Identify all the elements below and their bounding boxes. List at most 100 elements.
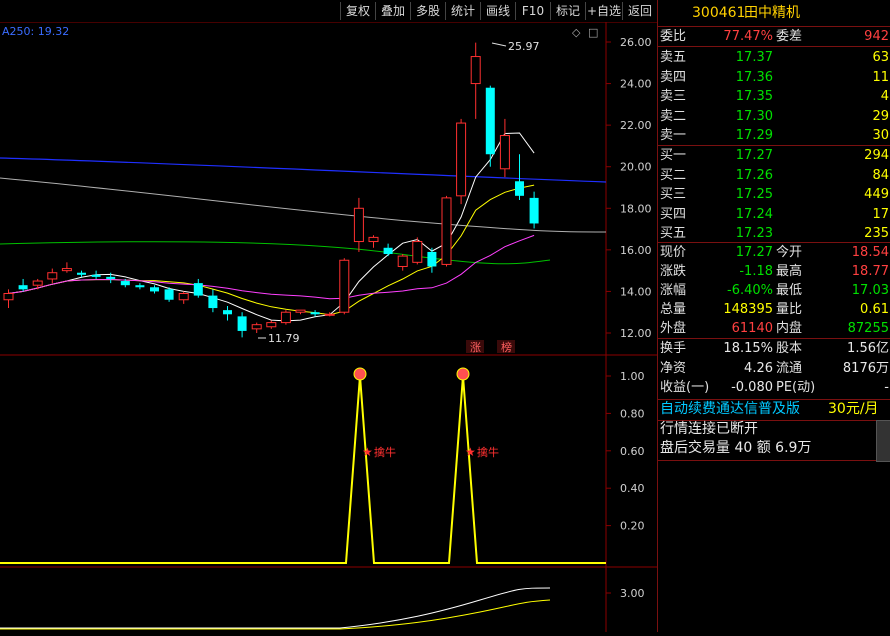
overlay-button[interactable]: 叠加 <box>375 2 410 20</box>
bid-row[interactable]: 买三 17.25 449 <box>658 185 890 204</box>
stat-label: 最高 <box>776 264 803 279</box>
bid-label: 买五 <box>660 226 687 241</box>
candlestick-series <box>3 42 539 338</box>
multi-stock-button[interactable]: 多股 <box>410 2 445 20</box>
bottom-line-yellow <box>0 599 551 630</box>
stat-value: -1.18 <box>739 264 773 279</box>
stat-label: 涨跌 <box>660 264 687 279</box>
price-axis: 26.00 24.00 22.00 20.00 18.00 16.00 14.00 12.00 <box>606 36 652 340</box>
ask-row[interactable]: 卖三 17.35 4 <box>658 87 890 106</box>
bid-row[interactable]: 买二 17.26 84 <box>658 166 890 185</box>
candle-body-up <box>339 259 350 313</box>
bid-label: 买四 <box>660 206 687 222</box>
candle-body-down <box>91 274 101 277</box>
kline-chart-area[interactable]: A250: 19.32 ◇ □ 26.00 24.00 22.00 20.00 18.0… <box>0 21 657 632</box>
bid-label: 买三 <box>660 187 687 202</box>
stat-row: 总量 148395 量比 0.61 <box>658 300 890 319</box>
mark-button[interactable]: 标记 <box>550 2 585 20</box>
ask-price: 17.35 <box>735 89 773 104</box>
price-tick-label: 26.00 <box>620 36 652 49</box>
bid-volume: 235 <box>864 226 889 241</box>
info-row: 收益(一) -0.080 PE(动) - <box>658 378 890 397</box>
bid-row[interactable]: 买五 17.23 235 <box>658 224 890 243</box>
indicator-tick-label: 0.20 <box>620 520 645 533</box>
moving-average-lines <box>0 132 607 322</box>
bottom-panel: 3.00 <box>0 587 645 630</box>
weibi-value: 77.47% <box>723 29 773 44</box>
stat-value: 148395 <box>723 302 773 317</box>
f10-button[interactable]: F10 <box>515 2 550 20</box>
high-price-label: 25.97 <box>508 40 540 53</box>
back-button[interactable]: 返回 <box>622 2 657 20</box>
stat-label: 内盘 <box>776 321 803 336</box>
candle-body-down <box>208 295 218 309</box>
weicha-value: 942 <box>864 29 889 44</box>
bid-price: 17.23 <box>735 226 773 241</box>
candle-body-up <box>470 56 481 85</box>
candle-body-up <box>324 313 335 316</box>
star-icon: ★ <box>465 445 476 459</box>
draw-line-button[interactable]: 画线 <box>480 2 515 20</box>
bid-row[interactable]: 买四 17.24 17 <box>658 205 890 224</box>
candle-body-up <box>32 280 43 286</box>
ask-row[interactable]: 卖二 17.30 29 <box>658 107 890 126</box>
info-value: -0.080 <box>731 380 773 395</box>
candle-body-down <box>77 272 86 275</box>
promo-text[interactable]: 自动续费通达信普及版 <box>660 400 800 419</box>
scroll-handle[interactable] <box>876 420 890 462</box>
candle-body-up <box>280 311 291 324</box>
info-value: 1.56亿 <box>847 341 889 356</box>
candle-body-down <box>223 310 232 315</box>
quote-panel: 300461 田中精机 委比 77.47% 委差 942 卖五 17.37 63 卖四… <box>657 0 890 632</box>
stat-label: 外盘 <box>660 321 687 336</box>
stat-label: 涨幅 <box>660 283 687 298</box>
candle-body-up <box>368 236 379 243</box>
ask-volume: 29 <box>872 108 889 124</box>
stat-label: 现价 <box>660 245 687 260</box>
stat-value: 17.03 <box>851 283 889 298</box>
info-label: 流通 <box>776 360 803 376</box>
signal-label: 擒牛 <box>374 445 396 459</box>
fuquan-button[interactable]: 复权 <box>340 2 375 20</box>
zhang-tag: 涨 <box>470 341 481 354</box>
stat-row: 现价 17.27 今开 18.54 <box>658 243 890 262</box>
connection-status: 行情连接已断开 <box>658 420 890 440</box>
add-watchlist-button[interactable]: +自选 <box>585 2 622 20</box>
bid-volume: 449 <box>864 187 889 202</box>
ask-volume: 11 <box>872 69 889 85</box>
info-label: 股本 <box>776 341 803 356</box>
ma10-line <box>8 184 535 316</box>
stat-value: 0.61 <box>860 302 889 317</box>
high-pointer <box>491 42 507 47</box>
candle-body-down <box>18 285 28 290</box>
price-tick-label: 12.00 <box>620 327 652 340</box>
ask-row[interactable]: 卖五 17.37 63 <box>658 48 890 67</box>
statistics-button[interactable]: 统计 <box>445 2 480 20</box>
price-tick-label: 22.00 <box>620 119 652 132</box>
settings-square-icon[interactable]: □ <box>588 26 598 39</box>
candle-body-up <box>441 197 452 265</box>
ask-row[interactable]: 卖四 17.36 11 <box>658 68 890 87</box>
kline-chart-svg[interactable]: A250: 19.32 ◇ □ 26.00 24.00 22.00 20.00 18.0… <box>0 21 657 632</box>
ma60-line <box>0 241 551 265</box>
info-label: PE(动) <box>776 380 816 395</box>
stock-code: 300461 <box>692 5 746 21</box>
stat-row: 外盘 61140 内盘 87255 <box>658 319 890 338</box>
bid-row[interactable]: 买一 17.27 294 <box>658 146 890 165</box>
info-value: 18.15% <box>723 341 773 356</box>
ask-price: 17.30 <box>735 108 773 124</box>
ask-row[interactable]: 卖一 17.29 30 <box>658 126 890 145</box>
ask-label: 卖四 <box>660 69 687 85</box>
indicator-tick-label: 0.60 <box>620 445 645 458</box>
candle-body-up <box>499 135 510 170</box>
indicator-panel: 1.000.800.600.400.20★ 擒牛 ★ 擒牛 <box>0 367 645 564</box>
signal-line <box>0 375 606 564</box>
indicator-tick-label: 1.00 <box>620 370 645 383</box>
ask-label: 卖一 <box>660 128 687 143</box>
signal-marker-icon <box>353 367 367 381</box>
ask-price: 17.37 <box>735 50 773 65</box>
promo-row[interactable]: 自动续费通达信普及版 30元/月 <box>658 400 890 420</box>
candle-body-down <box>383 247 393 255</box>
chart-toolbar: 复权 叠加 多股 统计 画线 F10 标记 +自选 返回 <box>0 0 657 22</box>
diamond-icon[interactable]: ◇ <box>572 26 581 39</box>
